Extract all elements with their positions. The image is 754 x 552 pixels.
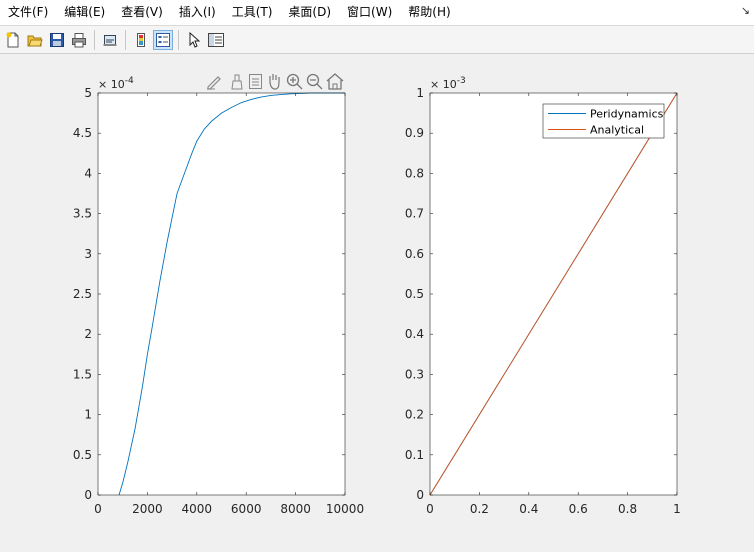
property-inspector-icon[interactable]: [206, 30, 226, 50]
menu-desktop[interactable]: 桌面(D): [280, 0, 339, 25]
y-tick-label: 4.5: [73, 126, 92, 140]
brush-icon[interactable]: [231, 74, 243, 90]
x-tick-label: 2000: [132, 502, 163, 516]
toolbar-separator: [125, 29, 126, 50]
y-tick-label: 0: [84, 488, 92, 502]
dock-arrow-icon[interactable]: ↘: [741, 4, 750, 17]
edit-plot-icon[interactable]: [207, 76, 221, 90]
menu-bar: 文件(F) 编辑(E) 查看(V) 插入(I) 工具(T) 桌面(D) 窗口(W…: [0, 0, 754, 26]
toolbar-separator: [94, 29, 95, 50]
menu-tools[interactable]: 工具(T): [224, 0, 281, 25]
legend[interactable]: Peridynamics Analytical: [542, 103, 665, 139]
x-tick-label: 10000: [326, 502, 364, 516]
y-tick-label: 2: [84, 327, 92, 341]
colorbar-icon[interactable]: [131, 30, 151, 50]
y-tick-label: 1.5: [73, 367, 92, 381]
y-tick-label: 0.8: [405, 166, 424, 180]
legend-label-analytical: Analytical: [590, 124, 644, 137]
x-tick-label: 1: [673, 502, 681, 516]
x-tick-label: 0: [94, 502, 102, 516]
pointer-icon[interactable]: [184, 30, 204, 50]
y-tick-label: 4: [84, 166, 92, 180]
figure-svg: 0 2000 4000 6000 8000 10000 0 0.5 1 1.5 2 2.5 3 3.5 4…: [73, 73, 681, 516]
menu-help[interactable]: 帮助(H): [400, 0, 458, 25]
x-tick-label: 6000: [231, 502, 262, 516]
menu-file[interactable]: 文件(F): [0, 0, 56, 25]
axes-2-exponent: × 10-3: [430, 76, 466, 91]
y-tick-label: 1: [84, 408, 92, 422]
x-tick-label: 0.2: [470, 502, 489, 516]
y-tick-label: 0.5: [73, 448, 92, 462]
open-folder-icon[interactable]: [25, 30, 45, 50]
y-tick-label: 0.4: [405, 327, 424, 341]
x-tick-label: 4000: [182, 502, 213, 516]
y-tick-label: 0.1: [405, 448, 424, 462]
menu-insert[interactable]: 插入(I): [171, 0, 224, 25]
x-tick-label: 8000: [280, 502, 311, 516]
figure-canvas[interactable]: 0 2000 4000 6000 8000 10000 0 0.5 1 1.5 2 2.5 3 3.5 4…: [0, 54, 754, 548]
x-tick-label: 0: [426, 502, 434, 516]
zoom-out-icon[interactable]: [306, 73, 323, 90]
axes-toolbar: [207, 73, 344, 90]
home-icon[interactable]: [326, 73, 344, 90]
figure-toolbar: [0, 26, 754, 54]
legend-label-peridynamics: Peridynamics: [590, 108, 664, 121]
new-file-icon[interactable]: [3, 30, 23, 50]
y-tick-label: 0: [416, 488, 424, 502]
x-tick-label: 0.6: [569, 502, 588, 516]
y-tick-label: 2.5: [73, 287, 92, 301]
menu-edit[interactable]: 编辑(E): [56, 0, 113, 25]
y-tick-label: 3.5: [73, 207, 92, 221]
menu-view[interactable]: 查看(V): [113, 0, 171, 25]
link-plot-icon[interactable]: [100, 30, 120, 50]
y-tick-label: 1: [416, 86, 424, 100]
menu-window[interactable]: 窗口(W): [339, 0, 400, 25]
y-tick-label: 0.7: [405, 207, 424, 221]
axes-2[interactable]: 0 0.2 0.4 0.6 0.8 1 0 0.1 0.2 0.3 0.4 0.5 0.6 0.7 0.8…: [405, 76, 681, 516]
y-tick-label: 0.9: [405, 126, 424, 140]
toolbar-separator: [178, 29, 179, 50]
save-icon[interactable]: [47, 30, 67, 50]
y-tick-label: 0.5: [405, 287, 424, 301]
y-tick-label: 0.6: [405, 247, 424, 261]
x-tick-label: 0.8: [618, 502, 637, 516]
y-tick-label: 5: [84, 86, 92, 100]
print-icon[interactable]: [69, 30, 89, 50]
axes-1-background: [98, 93, 345, 495]
axes-1-exponent: × 10-4: [98, 76, 134, 91]
data-cursor-icon[interactable]: [249, 74, 262, 89]
y-tick-label: 3: [84, 247, 92, 261]
y-tick-label: 0.3: [405, 367, 424, 381]
legend-icon[interactable]: [153, 29, 173, 50]
x-tick-label: 0.4: [519, 502, 538, 516]
axes-1[interactable]: 0 2000 4000 6000 8000 10000 0 0.5 1 1.5 2 2.5 3 3.5 4…: [73, 76, 364, 516]
zoom-in-icon[interactable]: [286, 73, 303, 90]
y-tick-label: 0.2: [405, 408, 424, 422]
pan-icon[interactable]: [269, 74, 280, 90]
